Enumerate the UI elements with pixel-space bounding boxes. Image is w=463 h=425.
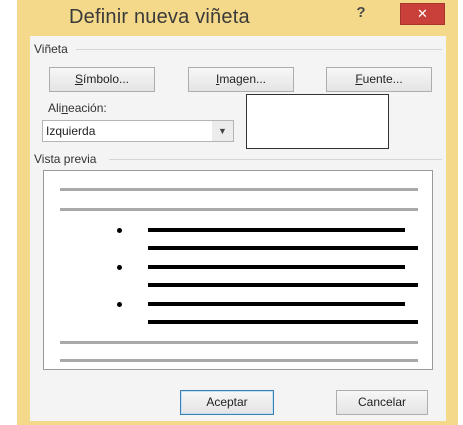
- alignment-select[interactable]: Izquierda: [42, 120, 224, 142]
- preview-line: [60, 188, 418, 191]
- symbol-button[interactable]: Símbolo...: [49, 67, 155, 92]
- title-bar[interactable]: Definir nueva viñeta ? ✕: [17, 0, 458, 36]
- alignment-label: Alineación:: [48, 101, 107, 115]
- help-icon[interactable]: ?: [349, 4, 373, 22]
- preview-line: [148, 246, 418, 250]
- close-icon: ✕: [417, 6, 428, 21]
- bullet-group-label: Viñeta: [34, 42, 68, 56]
- close-button[interactable]: ✕: [400, 3, 445, 25]
- preview-line: [148, 283, 418, 287]
- preview-line: [148, 320, 418, 324]
- preview-line: [60, 359, 418, 362]
- preview-line: [60, 208, 418, 211]
- preview-line: [148, 265, 405, 269]
- dialog-body: Viñeta Símbolo... Imagen... Fuente... Al…: [30, 36, 446, 421]
- cancel-button[interactable]: Cancelar: [336, 390, 428, 415]
- preview-group-divider: [109, 159, 442, 160]
- preview-line: [60, 341, 418, 344]
- dialog-window: Definir nueva viñeta ? ✕ Viñeta Símbolo.…: [17, 0, 458, 425]
- preview-line: [148, 302, 405, 306]
- preview-bullet: [117, 228, 122, 233]
- dialog-title: Definir nueva viñeta: [69, 6, 250, 28]
- blank-overlay: [246, 94, 389, 149]
- chevron-down-icon[interactable]: ▼: [212, 120, 234, 142]
- alignment-value: Izquierda: [46, 124, 96, 138]
- preview-bullet: [117, 265, 122, 270]
- preview-group-label: Vista previa: [34, 152, 97, 166]
- bullet-group-divider: [76, 49, 442, 50]
- font-button[interactable]: Fuente...: [326, 67, 432, 92]
- image-button[interactable]: Imagen...: [188, 67, 294, 92]
- preview-line: [148, 228, 405, 232]
- accept-button[interactable]: Aceptar: [180, 390, 274, 415]
- bullet-preview: [43, 170, 433, 370]
- preview-bullet: [117, 302, 122, 307]
